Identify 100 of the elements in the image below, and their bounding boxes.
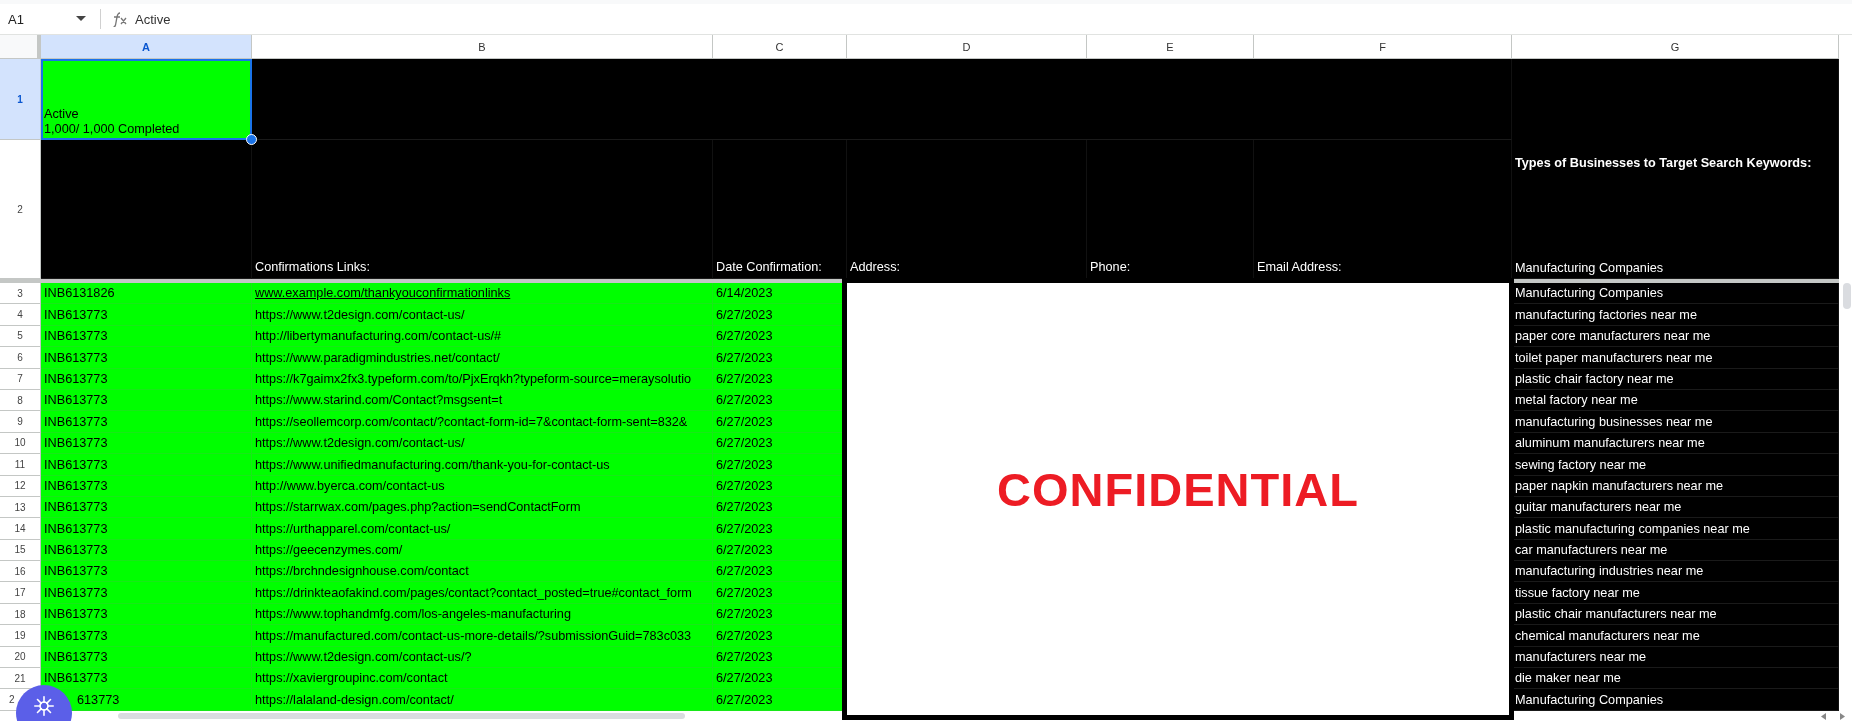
table-cell: https://www.t2design.com/contact-us/ [252, 432, 713, 455]
table-cell: https://starrwax.com/pages.php?action=sendContactForm [252, 496, 713, 519]
table-cell: manufacturing businesses near me [1512, 411, 1839, 433]
row-number[interactable]: 18 [14, 608, 26, 620]
caret-icon[interactable] [76, 16, 86, 22]
table-cell: https://brchndesignhouse.com/contact [252, 561, 713, 583]
table-cell: https://geecenzymes.com/ [252, 539, 713, 562]
table-cell: INB613773 [41, 325, 252, 348]
table-cell: http://libertymanufacturing.com/contact-us/# [252, 325, 713, 348]
table-cell-text: Manufacturing Companies [1514, 261, 1665, 277]
table-cell: manufacturers near me [1512, 646, 1839, 669]
table-cell: manufacturing factories near me [1512, 304, 1839, 326]
table-cell: car manufacturers near me [1512, 539, 1839, 562]
table-cell: http://www.byerca.com/contact-us [252, 475, 713, 497]
table-cell: INB613773 [41, 454, 252, 476]
column-heading: Email Address: [1254, 140, 1512, 279]
table-cell: https://www.tophandmfg.com/los-angeles-manufacturing [252, 603, 713, 626]
table-cell: INB613773 [41, 496, 252, 519]
table-cell: INB613773 [41, 304, 252, 326]
column-heading: Date Confirmation: [713, 140, 847, 279]
table-cell: INB613773 [41, 561, 252, 583]
scrollbar-thumb[interactable] [118, 712, 685, 719]
table-cell: chemical manufacturers near me [1512, 625, 1839, 647]
table-cell: Manufacturing Companies [1512, 689, 1839, 711]
row-number[interactable]: 17 [14, 587, 26, 599]
column-heading: Confirmations Links: [252, 140, 713, 279]
row-number[interactable]: 9 [17, 416, 23, 428]
table-cell: https://www.paradigmindustries.net/contact/ [252, 347, 713, 369]
row-number[interactable]: 19 [14, 629, 26, 641]
row-number[interactable]: 4 [17, 309, 23, 321]
column-header[interactable]: A [41, 35, 252, 59]
table-cell: INB6131826 [41, 283, 252, 305]
table-cell: aluminum manufacturers near me [1512, 432, 1839, 455]
table-cell[interactable]: Active 1,000/ 1,000 Completed [41, 59, 252, 140]
table-cell: https://urthapparel.com/contact-us/ [252, 518, 713, 540]
table-cell: plastic chair manufacturers near me [1512, 603, 1839, 626]
table-cell-text: Types of Businesses to Target Search Keywords: [1514, 156, 1813, 171]
table-cell: toilet paper manufacturers near me [1512, 347, 1839, 369]
row-header[interactable]: 1 [0, 59, 41, 140]
table-cell: INB613773 [41, 475, 252, 497]
row-number[interactable]: 20 [14, 651, 26, 663]
table-cell: paper core manufacturers near me [1512, 325, 1839, 348]
row-number[interactable]: 14 [14, 523, 26, 534]
column-header[interactable]: C [713, 35, 847, 59]
table-cell: https://www.unifiedmanufacturing.com/thank-you-for-contact-us [252, 454, 713, 476]
row-number[interactable]: 8 [17, 394, 23, 406]
row-number[interactable]: 2 [17, 203, 23, 215]
stamp-text: CONFIDENTIAL [997, 461, 1359, 517]
table-cell: https://www.t2design.com/contact-us/ [252, 304, 713, 326]
scrollbar-thumb[interactable] [1843, 283, 1851, 309]
table-cell: INB613773 [41, 368, 252, 390]
column-header[interactable]: E [1087, 35, 1254, 59]
table-cell: INB613773 [41, 432, 252, 455]
table-cell: tissue factory near me [1512, 582, 1839, 604]
column-heading: Phone: [1087, 140, 1254, 279]
table-cell: die maker near me [1512, 668, 1839, 690]
row-number[interactable]: 5 [17, 330, 23, 342]
table-cell: INB613773 [41, 347, 252, 369]
column-header[interactable]: B [252, 35, 713, 59]
table-cell: INB613773 [41, 625, 252, 647]
function-icon [111, 11, 129, 27]
row-number[interactable]: 6 [17, 351, 23, 363]
row-number[interactable]: 21 [14, 672, 26, 684]
table-cell: INB613773 [41, 389, 252, 412]
table-cell: INB613773 [41, 603, 252, 626]
table-cell: INB613773 [41, 518, 252, 540]
name-box[interactable]: A1 [0, 11, 92, 27]
burst-icon [33, 694, 55, 717]
table-cell: Manufacturing Companies [1512, 283, 1839, 305]
table-cell: https://www.starind.com/Contact?msgsent=t [252, 389, 713, 412]
row-number[interactable]: 3 [17, 287, 23, 299]
table-cell: INB613773 [41, 668, 252, 690]
table-cell: https://drinkteaofakind.com/pages/contact?contact_posted=true#contact_form [252, 582, 713, 604]
table-cell: plastic chair factory near me [1512, 368, 1839, 390]
table-cell: manufacturing industries near me [1512, 561, 1839, 583]
table-cell: INB613773 [41, 411, 252, 433]
row-number[interactable]: 15 [14, 544, 26, 556]
table-cell: https://www.t2design.com/contact-us/? [252, 646, 713, 669]
row-number[interactable]: 16 [14, 565, 26, 577]
table-cell: metal factory near me [1512, 389, 1839, 412]
row-number[interactable]: 11 [14, 458, 26, 470]
row-number[interactable]: 2 [9, 694, 15, 706]
formula-field[interactable]: Active [135, 11, 171, 27]
row-number[interactable]: 13 [14, 501, 26, 513]
table-cell: https://xaviergroupinc.com/contact [252, 668, 713, 690]
table-cell: https://seollemcorp.com/contact/?contact-form-id=7&contact-form-sent=832& [252, 411, 713, 433]
table-cell: https://k7gaimx2fx3.typeform.com/to/PjxErqkh?typeform-source=meraysolutio [252, 368, 713, 390]
table-cell: https://manufactured.com/contact-us-more-details/?submissionGuid=783c033 [252, 625, 713, 647]
table-cell: INB613773 [41, 646, 252, 669]
column-header[interactable]: F [1254, 35, 1512, 59]
column-header[interactable]: G [1512, 35, 1839, 59]
table-cell: plastic manufacturing companies near me [1512, 518, 1839, 540]
row-number[interactable]: 12 [14, 480, 26, 492]
table-cell: INB613773 [41, 539, 252, 562]
row-number[interactable]: 10 [14, 437, 26, 449]
table-cell: sewing factory near me [1512, 454, 1839, 476]
column-heading: Address: [847, 140, 1087, 279]
column-header[interactable]: D [847, 35, 1087, 59]
table-cell: https://lalaland-design.com/contact/ [252, 689, 713, 711]
row-number[interactable]: 7 [17, 373, 23, 385]
